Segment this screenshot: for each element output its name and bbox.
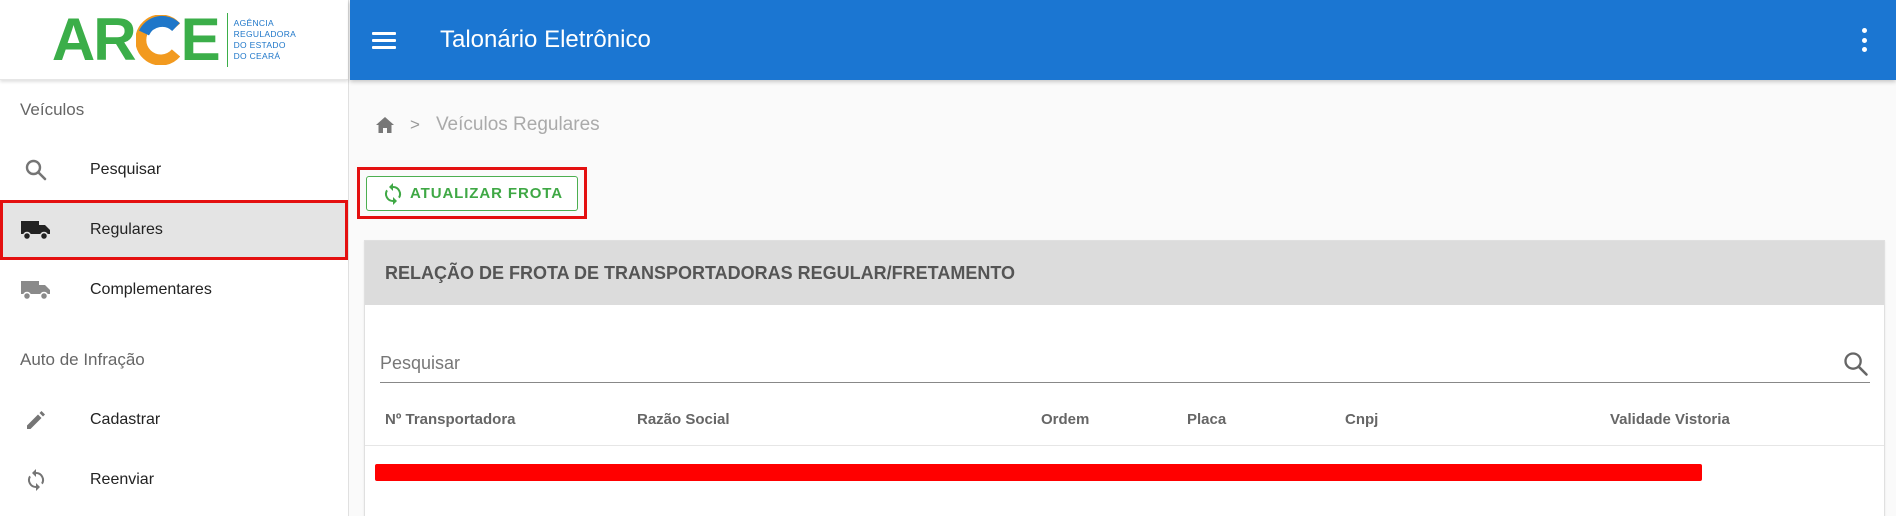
logo-wordmark: AR C E [51, 5, 221, 73]
column-header-validade-vistoria[interactable]: Validade Vistoria [1610, 411, 1730, 428]
atualizar-frota-label: ATUALIZAR FROTA [410, 185, 563, 202]
breadcrumb-current: Veículos Regulares [435, 114, 600, 135]
hamburger-menu-icon[interactable] [372, 26, 402, 54]
sidebar-item-pesquisar[interactable]: Pesquisar [0, 140, 348, 200]
atualizar-frota-button[interactable]: ATUALIZAR FROTA [366, 176, 578, 211]
app-title: Talonário Eletrônico [440, 26, 651, 53]
logo-subtitle-line: DO ESTADO [233, 39, 286, 50]
sidebar-item-reenviar[interactable]: Reenviar [0, 450, 348, 510]
column-header-placa[interactable]: Placa [1187, 411, 1226, 428]
logo-text-e: E [180, 5, 221, 73]
logo-subtitle-line: DO CEARÁ [233, 50, 281, 61]
sidebar-item-regulares[interactable]: Regulares [0, 200, 348, 260]
section-auto-infracao: Auto de Infração [20, 350, 145, 369]
more-vert-icon[interactable] [1858, 28, 1870, 52]
app-root: AR C E AGÊNCIA REGULADORA DO ESTADO DO C… [0, 0, 1896, 516]
search-field [380, 345, 1870, 383]
fleet-card: RELAÇÃO DE FROTA DE TRANSPORTADORAS REGU… [364, 240, 1885, 516]
column-header-n-transportadora[interactable]: Nº Transportadora [385, 411, 516, 428]
breadcrumb-separator: > [410, 115, 420, 134]
card-title: RELAÇÃO DE FROTA DE TRANSPORTADORAS REGU… [365, 241, 1884, 305]
sidebar: AR C E AGÊNCIA REGULADORA DO ESTADO DO C… [0, 0, 349, 516]
sidebar-item-label: Pesquisar [90, 161, 162, 178]
sync-icon [21, 466, 51, 494]
pencil-icon [21, 406, 51, 434]
search-icon[interactable] [1842, 350, 1870, 378]
redacted-row-content [375, 464, 1702, 481]
logo-subtitle-line: AGÊNCIA [233, 17, 274, 28]
logo-text-ar: AR [51, 5, 137, 73]
truck-icon [21, 216, 51, 244]
column-header-razao-social[interactable]: Razão Social [637, 411, 730, 428]
logo-divider [226, 12, 228, 67]
breadcrumb: > Veículos Regulares [376, 114, 600, 136]
sidebar-item-label: Complementares [90, 281, 212, 298]
logo-subtitle-line: REGULADORA [233, 28, 297, 39]
column-header-cnpj[interactable]: Cnpj [1345, 411, 1378, 428]
sidebar-item-label: Cadastrar [90, 411, 161, 428]
top-app-bar: Talonário Eletrônico [350, 0, 1896, 80]
truck-icon [21, 276, 51, 304]
logo-c-ring: C [134, 14, 180, 65]
logo-subtitle: AGÊNCIA REGULADORA DO ESTADO DO CEARÁ [234, 18, 297, 62]
table-row[interactable] [365, 447, 1884, 497]
refresh-highlight: ATUALIZAR FROTA [357, 167, 587, 219]
home-icon[interactable] [376, 117, 394, 133]
arce-logo[interactable]: AR C E AGÊNCIA REGULADORA DO ESTADO DO C… [0, 0, 348, 80]
column-header-ordem[interactable]: Ordem [1041, 411, 1089, 428]
table-header: Nº Transportadora Razão Social Ordem Pla… [365, 391, 1884, 446]
sidebar-item-complementares[interactable]: Complementares [0, 260, 348, 320]
section-veiculos: Veículos [20, 100, 85, 119]
refresh-icon [381, 182, 405, 206]
search-icon [21, 156, 51, 184]
sidebar-item-cadastrar[interactable]: Cadastrar [0, 390, 348, 450]
search-input[interactable] [380, 345, 1870, 382]
main-content: > Veículos Regulares ATUALIZAR FROTA REL… [350, 80, 1896, 516]
sidebar-item-label: Reenviar [90, 471, 155, 488]
sidebar-item-label: Regulares [90, 221, 163, 238]
